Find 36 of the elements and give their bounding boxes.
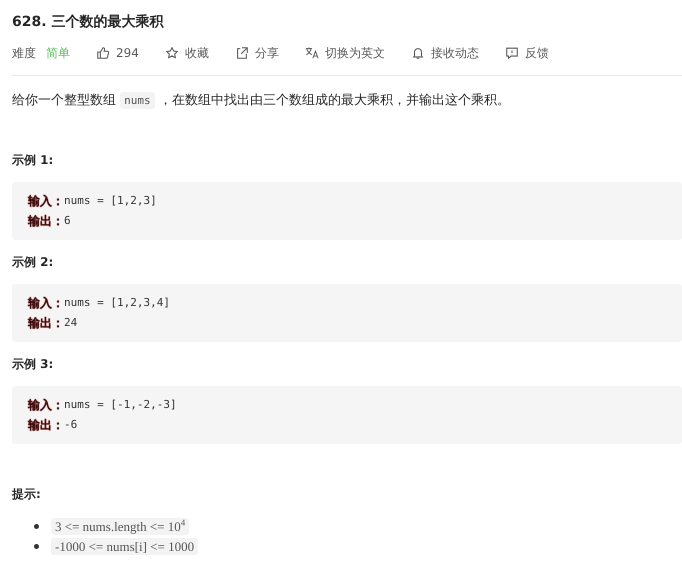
translate-button[interactable]: 切换为英文 (304, 44, 385, 62)
share-button[interactable]: 分享 (234, 44, 279, 62)
difficulty-value: 简单 (46, 44, 70, 62)
translate-icon (304, 46, 319, 60)
input-value: nums = [1,2,3,4] (64, 295, 170, 311)
bullet-icon (34, 544, 39, 548)
share-icon (234, 46, 249, 60)
output-value: 6 (64, 213, 71, 229)
problem-description: 给你一个整型数组 nums ，在数组中找出由三个数组成的最大乘积，并输出这个乘积。 (12, 91, 511, 111)
problem-title: 628. 三个数的最大乘积 (12, 13, 165, 32)
constraint: 3 <= nums.length <= 10$^{4}$ (51, 518, 190, 534)
input-value: nums = [-1,-2,-3] (64, 397, 177, 413)
input-label: 输入： (28, 295, 64, 312)
like-button[interactable]: 294 (96, 46, 139, 60)
output-label: 输出： (28, 315, 64, 332)
input-label: 输入： (28, 193, 64, 210)
feedback-button[interactable]: 反馈 (504, 44, 549, 62)
output-value: -6 (64, 417, 78, 433)
example-heading: 示例 3: (12, 356, 54, 373)
star-icon (164, 46, 179, 60)
difficulty-label: 难度 (12, 44, 36, 62)
output-value: 24 (64, 315, 78, 331)
constraint: -1000 <= nums[i] <= 1000 (51, 538, 198, 554)
output-label: 输出： (28, 417, 64, 434)
example-heading: 示例 1: (12, 152, 54, 169)
thumbs-up-icon (96, 46, 110, 60)
output-label: 输出： (28, 213, 64, 230)
bullet-icon (34, 524, 39, 528)
comment-icon (504, 46, 519, 60)
example-heading: 示例 2: (12, 254, 54, 271)
star-button[interactable]: 收藏 (164, 44, 209, 62)
bell-icon (410, 46, 425, 60)
input-value: nums = [1,2,3] (64, 193, 157, 209)
hints-heading: 提示: (12, 486, 42, 503)
input-label: 输入： (28, 397, 64, 414)
bell-button[interactable]: 接收动态 (410, 44, 479, 62)
